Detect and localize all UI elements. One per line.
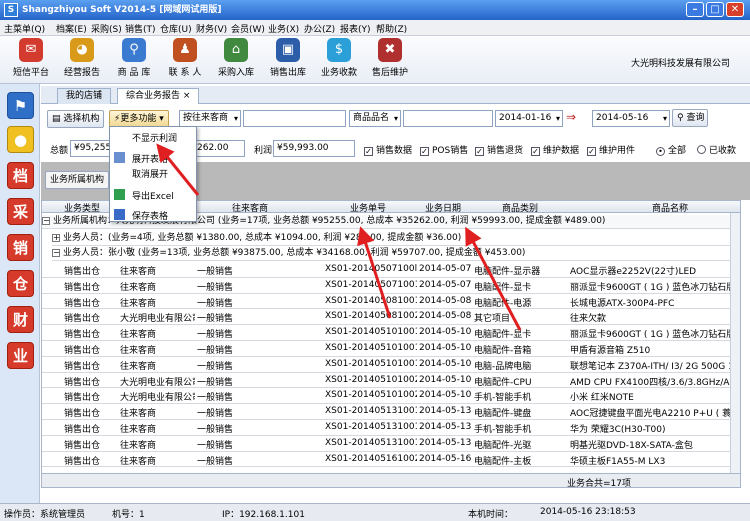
ip-status: IP：192.168.1.101 [222, 510, 305, 520]
annotation-arrows [156, 143, 522, 331]
machine-status: 机号：1 [112, 510, 145, 520]
time-value: 2014-05-16 23:18:53 [540, 507, 636, 517]
arrow-to-profit [465, 226, 522, 331]
arrow-to-total [357, 226, 392, 319]
operator-status: 操作员：系统管理员 [4, 510, 86, 520]
time-label: 本机时间： [468, 510, 514, 520]
status-bar: 操作员：系统管理员 机号：1 IP：192.168.1.101 本机时间： 20… [0, 503, 750, 521]
arrow-to-menu [156, 143, 200, 196]
